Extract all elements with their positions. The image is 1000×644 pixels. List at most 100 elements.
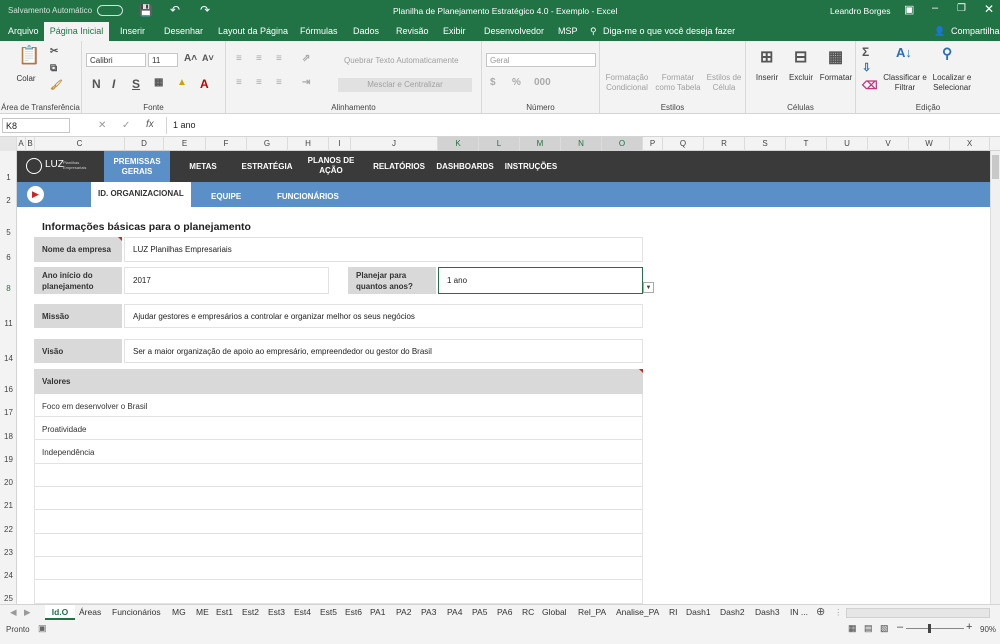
page-layout-icon[interactable]: ▤: [864, 623, 873, 634]
row-header[interactable]: 16: [0, 385, 17, 394]
col-header[interactable]: C: [35, 137, 125, 151]
row-header[interactable]: 2: [0, 196, 17, 205]
font-name-select[interactable]: Calibri: [86, 53, 146, 67]
row-header[interactable]: 24: [0, 571, 17, 580]
minimize-icon[interactable]: –: [932, 2, 938, 14]
col-header[interactable]: E: [164, 137, 206, 151]
enter-icon[interactable]: ✓: [122, 120, 130, 131]
conditional-format-button[interactable]: Formatação Condicional: [604, 73, 650, 93]
row-header[interactable]: 14: [0, 354, 17, 363]
currency-icon[interactable]: $: [490, 77, 496, 88]
row-header[interactable]: 1: [0, 173, 17, 182]
values-item[interactable]: Proatividade: [34, 417, 643, 440]
col-header[interactable]: T: [786, 137, 827, 151]
shrink-font-icon[interactable]: A˅: [202, 53, 214, 63]
page-break-icon[interactable]: ▧: [880, 623, 889, 634]
row-header[interactable]: 17: [0, 408, 17, 417]
font-color-icon[interactable]: A: [200, 77, 209, 91]
indent-icon[interactable]: ⇥: [302, 77, 310, 88]
col-header[interactable]: J: [351, 137, 438, 151]
sheet-tab[interactable]: Est6: [345, 605, 362, 620]
sheet-tab[interactable]: RC: [522, 605, 534, 620]
tab-exibir[interactable]: Exibir: [443, 26, 466, 36]
row-header[interactable]: 6: [0, 253, 17, 262]
nav-planos-acao[interactable]: PLANOS DE AÇÃO: [307, 156, 355, 176]
formula-input[interactable]: 1 ano: [166, 117, 990, 134]
zoom-out-icon[interactable]: –: [897, 621, 903, 633]
row-header[interactable]: 18: [0, 432, 17, 441]
undo-icon[interactable]: ↶: [170, 3, 180, 17]
vertical-scrollbar[interactable]: [990, 151, 1000, 604]
normal-view-icon[interactable]: ▦: [848, 623, 857, 634]
sheet-tab[interactable]: Áreas: [79, 605, 101, 620]
row-header[interactable]: 19: [0, 455, 17, 464]
col-header[interactable]: I: [329, 137, 351, 151]
col-header[interactable]: D: [125, 137, 164, 151]
align-middle-icon[interactable]: ≡: [256, 53, 262, 64]
macro-record-icon[interactable]: ▣: [38, 623, 47, 634]
wrap-text-button[interactable]: Quebrar Texto Automaticamente: [344, 56, 459, 66]
insert-cells-icon[interactable]: ⊞: [760, 47, 773, 67]
col-header[interactable]: U: [827, 137, 868, 151]
tab-arquivo[interactable]: Arquivo: [8, 26, 39, 36]
sheet-tab[interactable]: Rel_PA: [578, 605, 606, 620]
col-header[interactable]: L: [479, 137, 520, 151]
sheet-tab[interactable]: Dash1: [686, 605, 711, 620]
cut-icon[interactable]: ✂: [50, 46, 58, 57]
sheet-tab[interactable]: PA4: [447, 605, 462, 620]
tab-inserir[interactable]: Inserir: [120, 26, 145, 36]
add-sheet-icon[interactable]: ⊕: [816, 605, 825, 620]
borders-icon[interactable]: ▦: [154, 77, 163, 88]
subtab-funcionarios[interactable]: FUNCIONÁRIOS: [277, 192, 339, 201]
tab-desenvolvedor[interactable]: Desenvolvedor: [484, 26, 544, 36]
col-header[interactable]: M: [520, 137, 561, 151]
col-header[interactable]: Q: [663, 137, 704, 151]
align-top-icon[interactable]: ≡: [236, 53, 242, 64]
col-header[interactable]: G: [247, 137, 288, 151]
start-year-field[interactable]: 2017: [124, 267, 329, 294]
col-header[interactable]: K: [438, 137, 479, 151]
align-left-icon[interactable]: ≡: [236, 77, 242, 88]
sheet-tab[interactable]: Est3: [268, 605, 285, 620]
sheet-tab[interactable]: ME: [196, 605, 209, 620]
sheet-tab[interactable]: Est2: [242, 605, 259, 620]
company-field[interactable]: LUZ Planilhas Empresariais: [124, 237, 643, 262]
fill-color-icon[interactable]: ▲: [177, 77, 187, 88]
format-as-table-button[interactable]: Formatar como Tabela: [652, 73, 704, 93]
save-icon[interactable]: 💾: [139, 4, 153, 17]
find-select-button[interactable]: Localizar e Selecionar: [926, 73, 978, 93]
align-bottom-icon[interactable]: ≡: [276, 53, 282, 64]
zoom-in-icon[interactable]: +: [966, 621, 972, 633]
col-header[interactable]: W: [909, 137, 950, 151]
sheet-tab[interactable]: MG: [172, 605, 186, 620]
values-item-empty[interactable]: [34, 464, 643, 487]
italic-icon[interactable]: I: [112, 77, 115, 91]
tab-revisao[interactable]: Revisão: [396, 26, 429, 36]
tab-desenhar[interactable]: Desenhar: [164, 26, 203, 36]
delete-cells-icon[interactable]: ⊟: [794, 47, 807, 67]
sheet-tab[interactable]: PA5: [472, 605, 487, 620]
scroll-thumb[interactable]: [992, 155, 999, 179]
tab-layout[interactable]: Layout da Página: [218, 26, 288, 36]
vision-field[interactable]: Ser a maior organização de apoio ao empr…: [124, 339, 643, 363]
autosum-icon[interactable]: Σ: [862, 45, 869, 59]
row-header[interactable]: 23: [0, 548, 17, 557]
values-item-empty[interactable]: [34, 557, 643, 580]
zoom-slider-thumb[interactable]: [928, 624, 931, 633]
row-header[interactable]: 20: [0, 478, 17, 487]
orientation-icon[interactable]: ⇗: [302, 53, 310, 64]
tab-formulas[interactable]: Fórmulas: [300, 26, 338, 36]
scroll-right-icon[interactable]: ▶: [24, 605, 31, 620]
name-box[interactable]: K8: [2, 118, 70, 133]
mission-field[interactable]: Ajudar gestores e empresários a controla…: [124, 304, 643, 328]
cancel-icon[interactable]: ✕: [98, 120, 106, 131]
tell-me-search[interactable]: Diga-me o que você deseja fazer: [603, 26, 735, 36]
select-all-corner[interactable]: [0, 137, 17, 151]
col-header[interactable]: P: [643, 137, 663, 151]
align-right-icon[interactable]: ≡: [276, 77, 282, 88]
values-item-empty[interactable]: [34, 534, 643, 557]
play-icon[interactable]: ▶: [27, 186, 44, 203]
sheet-tab[interactable]: PA6: [497, 605, 512, 620]
col-header[interactable]: N: [561, 137, 602, 151]
tab-msp[interactable]: MSP: [558, 26, 578, 36]
